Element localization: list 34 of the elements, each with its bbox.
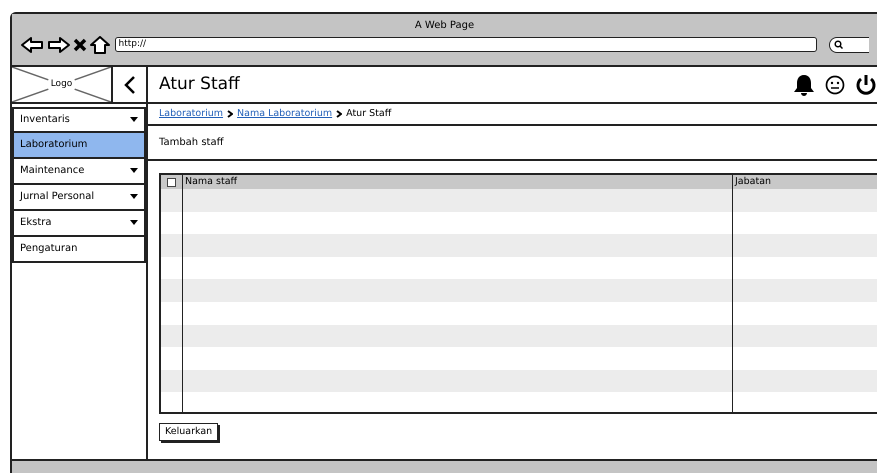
caret-icon [130,220,138,225]
logo-text: Logo [48,78,75,92]
add-staff-link[interactable]: Tambah staff [159,135,224,150]
page-title: Atur Staff [159,72,241,96]
breadcrumb-link[interactable]: Nama Laboratorium [237,106,332,122]
chevron-left-icon[interactable] [124,74,136,94]
sidebar-item[interactable]: Inventaris [12,106,146,132]
sidebar-item[interactable]: Ekstra [12,210,146,236]
home-icon[interactable] [90,36,110,54]
back-icon[interactable] [20,36,44,54]
forward-icon[interactable] [46,36,70,54]
caret-icon [130,168,138,173]
address-field[interactable]: http:// [114,37,816,52]
smiley-icon[interactable] [825,74,845,94]
search-icon [834,40,843,49]
sidebar-item[interactable]: Pengaturan [12,236,146,262]
remove-button[interactable]: Keluarkan [159,423,218,442]
chevron-right-icon [336,110,342,118]
chevron-right-icon [227,110,234,118]
breadcrumb-link[interactable]: Laboratorium [159,106,224,122]
sidebar-item[interactable]: Maintenance [12,158,146,184]
breadcrumb-current: Atur Staff [346,106,392,121]
power-icon[interactable] [855,74,877,96]
caret-icon [130,194,138,199]
sidebar-item[interactable]: Jurnal Personal [12,184,146,210]
checkbox[interactable] [167,178,176,186]
sidebar-item[interactable]: Laboratorium [12,132,146,158]
window-title: A Web Page [414,19,474,33]
close-icon[interactable] [73,38,87,52]
search-field[interactable] [829,36,869,52]
column-header: Nama staff [185,176,238,187]
column-header: Jabatan [735,176,772,187]
caret-icon [130,117,138,122]
bell-icon[interactable] [793,72,815,96]
